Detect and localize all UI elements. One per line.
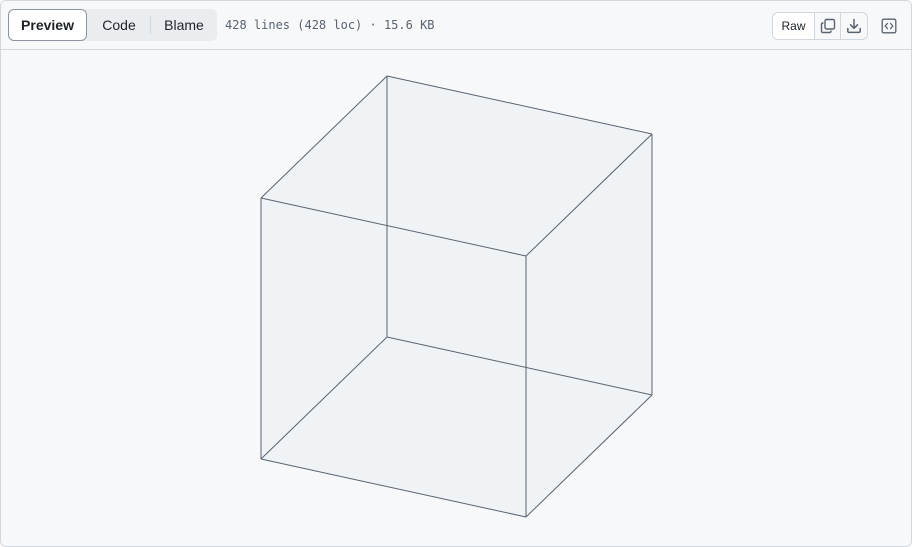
tab-code[interactable]: Code: [88, 9, 150, 41]
file-actions: Raw: [772, 12, 868, 40]
cube-faces: [261, 76, 652, 517]
raw-button[interactable]: Raw: [773, 13, 815, 39]
view-mode-switcher: Preview Code Blame: [8, 9, 217, 41]
download-button[interactable]: [841, 13, 867, 39]
file-preview: [1, 51, 911, 546]
file-viewer: Preview Code Blame 428 lines (428 loc) ·…: [0, 0, 912, 547]
copy-icon: [820, 18, 835, 34]
cube-illustration: [260, 75, 653, 518]
file-meta: 428 lines (428 loc) · 15.6 KB: [225, 18, 435, 32]
tab-blame[interactable]: Blame: [151, 9, 217, 41]
code-square-icon: [881, 18, 897, 34]
download-icon: [847, 18, 861, 34]
file-toolbar: Preview Code Blame 428 lines (428 loc) ·…: [1, 1, 911, 50]
symbols-panel-button[interactable]: [877, 15, 901, 37]
copy-button[interactable]: [815, 13, 841, 39]
tab-preview[interactable]: Preview: [8, 9, 87, 41]
